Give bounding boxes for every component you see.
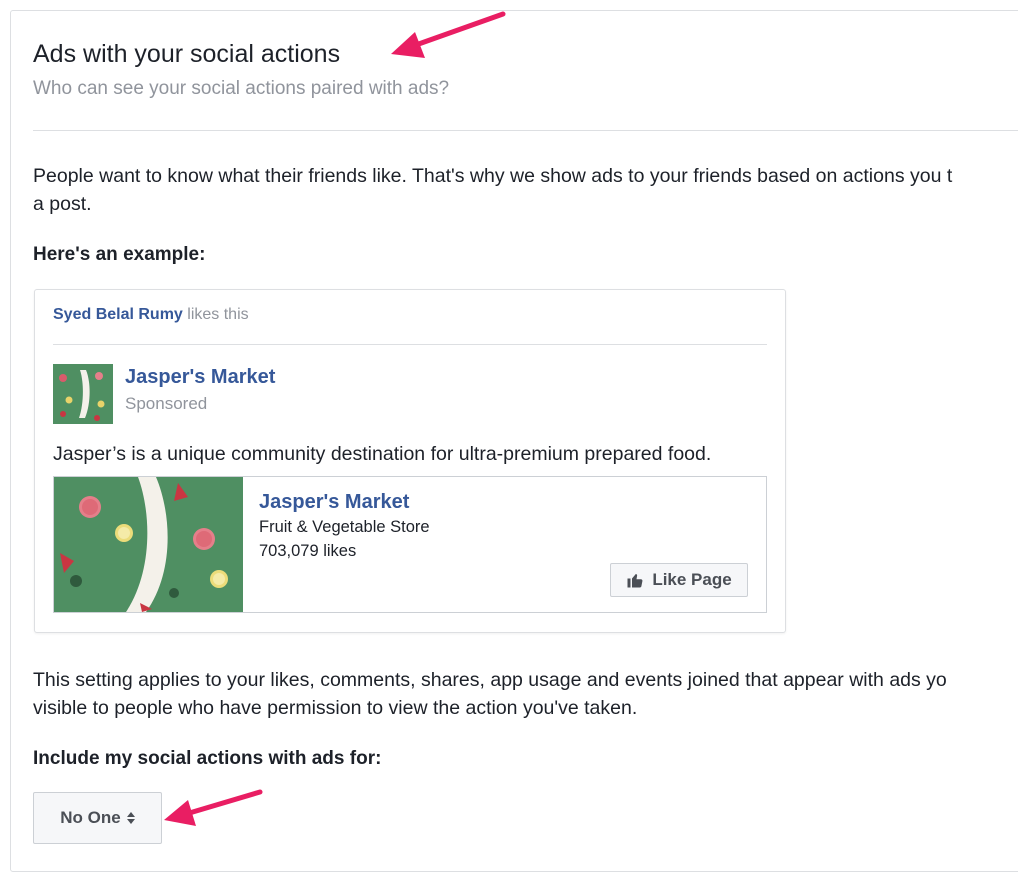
sort-arrows-icon (126, 812, 135, 824)
cover-image-art (54, 477, 243, 612)
intro-line-2: a post. (33, 193, 92, 215)
example-divider (53, 344, 767, 345)
page-profile-thumbnail[interactable] (53, 364, 113, 424)
section-subtitle: Who can see your social actions paired w… (33, 78, 450, 99)
social-context-line: Syed Belal Rumy likes this (53, 306, 249, 324)
setting-description: This setting applies to your likes, comm… (33, 666, 1018, 722)
page-profile-image (53, 364, 113, 424)
example-heading: Here's an example: (33, 244, 206, 265)
section-title: Ads with your social actions (33, 40, 341, 68)
example-ad-preview: Syed Belal Rumy likes this Jasper's Mark… (34, 289, 786, 633)
setting-description-line-1: This setting applies to your likes, comm… (33, 669, 947, 691)
friend-name-link[interactable]: Syed Belal Rumy (53, 306, 183, 323)
like-page-label: Like Page (652, 570, 732, 589)
annotation-arrow (391, 11, 506, 58)
ad-body-text: Jasper’s is a unique community destinati… (53, 443, 712, 465)
intro-line-1: People want to know what their friends l… (33, 165, 953, 187)
card-page-likes: 703,079 likes (259, 542, 357, 560)
section-divider (33, 130, 1018, 131)
like-page-button[interactable]: Like Page (610, 563, 748, 597)
card-page-name-link[interactable]: Jasper's Market (259, 491, 409, 514)
annotation-arrow (164, 789, 263, 826)
thumbs-up-icon (627, 574, 643, 588)
intro-paragraph: People want to know what their friends l… (33, 162, 1018, 218)
audience-selected-value: No One (60, 808, 121, 827)
sponsored-label: Sponsored (125, 394, 208, 413)
page-name-link[interactable]: Jasper's Market (125, 366, 275, 389)
audience-dropdown[interactable]: No One (33, 792, 162, 844)
social-action-text: likes this (187, 306, 249, 323)
setting-label: Include my social actions with ads for: (33, 748, 382, 769)
card-page-category: Fruit & Vegetable Store (259, 518, 430, 536)
page-cover-image[interactable] (54, 477, 243, 612)
page-card: Jasper's Market Fruit & Vegetable Store … (53, 476, 767, 613)
setting-description-line-2: visible to people who have permission to… (33, 697, 638, 719)
